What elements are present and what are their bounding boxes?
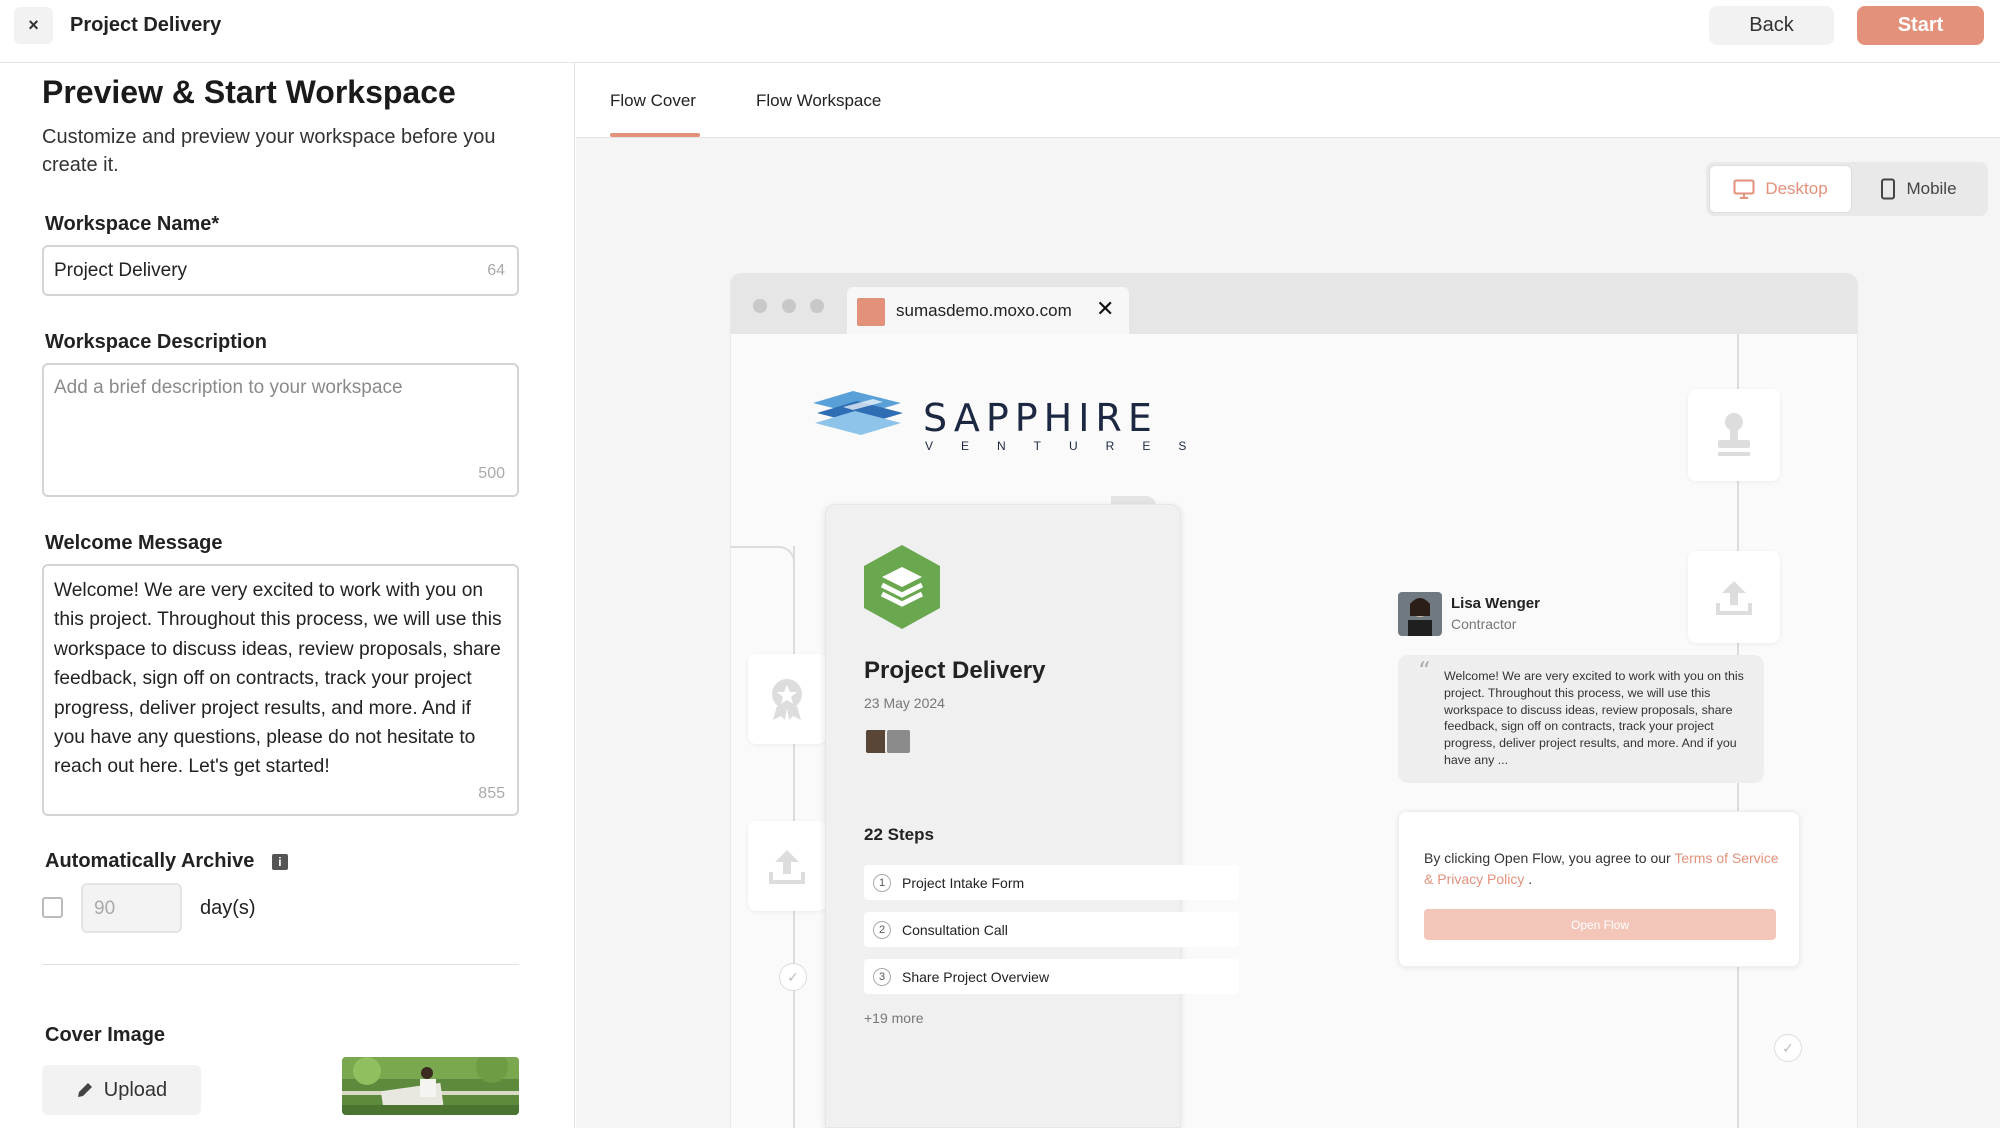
browser-preview: sumasdemo.moxo.com ✕ ✓ ✓ SAPPHIRE VENTUR… <box>731 274 1857 1128</box>
welcome-message-input[interactable]: Welcome! We are very excited to work wit… <box>42 564 519 816</box>
flow-check-node: ✓ <box>779 963 807 991</box>
flow-node-upload <box>748 821 826 911</box>
consent-suffix: . <box>1524 871 1533 887</box>
window-dot <box>782 299 796 313</box>
more-steps: +19 more <box>864 1010 924 1026</box>
back-button[interactable]: Back <box>1709 6 1834 45</box>
flow-cover-card: Project Delivery 23 May 2024 22 Steps 1 … <box>825 504 1239 1128</box>
window-dot <box>753 299 767 313</box>
step-label: Project Intake Form <box>902 874 1025 891</box>
steps-count: 22 Steps <box>864 825 934 844</box>
flow-node-upload-right <box>1688 551 1780 643</box>
step-number: 2 <box>873 920 891 939</box>
welcome-message-value: Welcome! We are very excited to work wit… <box>54 580 502 778</box>
step-item: 1 Project Intake Form <box>864 865 1239 900</box>
upload-icon <box>769 850 805 884</box>
step-item: 2 Consultation Call <box>864 912 1239 947</box>
browser-url: sumasdemo.moxo.com <box>896 301 1072 320</box>
open-flow-button[interactable]: Open Flow <box>1424 909 1776 940</box>
close-icon: × <box>28 15 39 35</box>
consent-prefix: By clicking Open Flow, you agree to our <box>1424 850 1675 866</box>
workspace-description-input[interactable]: Add a brief description to your workspac… <box>42 363 519 497</box>
brand-tagline: VENTURES <box>925 439 1215 453</box>
workspace-description-counter: 500 <box>478 465 505 482</box>
start-button[interactable]: Start <box>1857 6 1984 45</box>
consent-card: By clicking Open Flow, you agree to our … <box>1398 811 1800 967</box>
sapphire-logo-icon <box>813 391 903 435</box>
auto-archive-checkbox[interactable] <box>42 897 63 918</box>
welcome-message-label: Welcome Message <box>45 532 223 554</box>
favicon-icon <box>857 298 885 326</box>
award-icon <box>772 679 802 720</box>
auto-archive-label: Automatically Archive i <box>45 850 288 873</box>
info-icon[interactable]: i <box>271 853 288 870</box>
consent-text: By clicking Open Flow, you agree to our … <box>1424 848 1789 890</box>
welcome-message-preview-text: Welcome! We are very excited to work wit… <box>1444 669 1744 767</box>
flow-layers-icon <box>864 545 940 629</box>
step-label: Share Project Overview <box>902 968 1050 985</box>
step-item: 3 Share Project Overview <box>864 959 1239 994</box>
archive-days-unit: day(s) <box>200 897 256 919</box>
tab-flow-workspace[interactable]: Flow Workspace <box>756 91 881 111</box>
cover-title: Project Delivery <box>864 657 1046 684</box>
workspace-name-label: Workspace Name* <box>45 213 220 235</box>
active-tab-indicator <box>610 133 700 137</box>
workspace-name-value: Project Delivery <box>54 260 188 281</box>
upload-icon <box>1716 581 1752 615</box>
pencil-icon <box>77 1083 92 1097</box>
desktop-icon <box>1733 179 1755 199</box>
mobile-toggle-button[interactable]: Mobile <box>1852 165 1985 213</box>
step-label: Consultation Call <box>902 921 1008 938</box>
welcome-message-counter: 855 <box>478 784 505 802</box>
welcome-message-preview: “ Welcome! We are very excited to work w… <box>1398 655 1764 783</box>
stamp-icon <box>1718 413 1750 456</box>
browser-toolbar: sumasdemo.moxo.com ✕ <box>731 274 1857 334</box>
preview-tabs: Flow Cover Flow Workspace <box>576 63 2000 138</box>
mobile-icon <box>1881 178 1896 200</box>
device-toggle: Desktop Mobile <box>1706 162 1988 216</box>
settings-panel: Preview & Start Workspace Customize and … <box>0 63 575 1128</box>
auto-archive-label-text: Automatically Archive <box>45 850 255 872</box>
page-title: Project Delivery <box>70 14 222 36</box>
section-divider <box>42 964 519 965</box>
flow-check-node: ✓ <box>1774 1034 1802 1062</box>
step-number: 1 <box>873 873 891 892</box>
brand-name: SAPPHIRE <box>923 396 1158 440</box>
avatar <box>885 728 912 755</box>
workspace-description-label: Workspace Description <box>45 331 267 353</box>
member-avatars <box>864 728 912 755</box>
preview-panel: Flow Cover Flow Workspace Desktop Mobile <box>576 63 2000 1128</box>
flow-node-award <box>748 654 826 744</box>
browser-tab: sumasdemo.moxo.com ✕ <box>847 287 1129 334</box>
upload-button[interactable]: Upload <box>42 1065 201 1115</box>
cover-date: 23 May 2024 <box>864 695 945 711</box>
workspace-description-placeholder: Add a brief description to your workspac… <box>54 377 403 398</box>
step-number: 3 <box>873 967 891 986</box>
close-button[interactable]: × <box>14 7 53 44</box>
cover-image-label: Cover Image <box>45 1024 166 1046</box>
upload-button-label: Upload <box>103 1078 168 1101</box>
contact-name: Lisa Wenger <box>1451 595 1540 612</box>
top-bar: × Project Delivery Back Start <box>0 0 2000 63</box>
desktop-toggle-button[interactable]: Desktop <box>1709 165 1852 213</box>
workspace-name-counter: 64 <box>487 262 505 279</box>
archive-days-input[interactable]: 90 <box>81 883 182 933</box>
quote-icon: “ <box>1418 657 1431 685</box>
desktop-toggle-label: Desktop <box>1765 179 1828 198</box>
panel-subtitle: Customize and preview your workspace bef… <box>42 126 496 176</box>
flow-connector <box>731 546 795 586</box>
contact-role: Contractor <box>1451 616 1517 632</box>
tab-flow-cover[interactable]: Flow Cover <box>610 91 696 111</box>
tab-close-icon: ✕ <box>1096 296 1115 321</box>
window-dot <box>810 299 824 313</box>
flow-node-stamp <box>1688 389 1780 481</box>
mobile-toggle-label: Mobile <box>1906 179 1957 198</box>
cover-image-thumbnail[interactable] <box>342 1057 519 1115</box>
contact-avatar <box>1398 592 1442 636</box>
panel-heading: Preview & Start Workspace <box>42 74 456 110</box>
workspace-name-input[interactable]: Project Delivery 64 <box>42 245 519 296</box>
